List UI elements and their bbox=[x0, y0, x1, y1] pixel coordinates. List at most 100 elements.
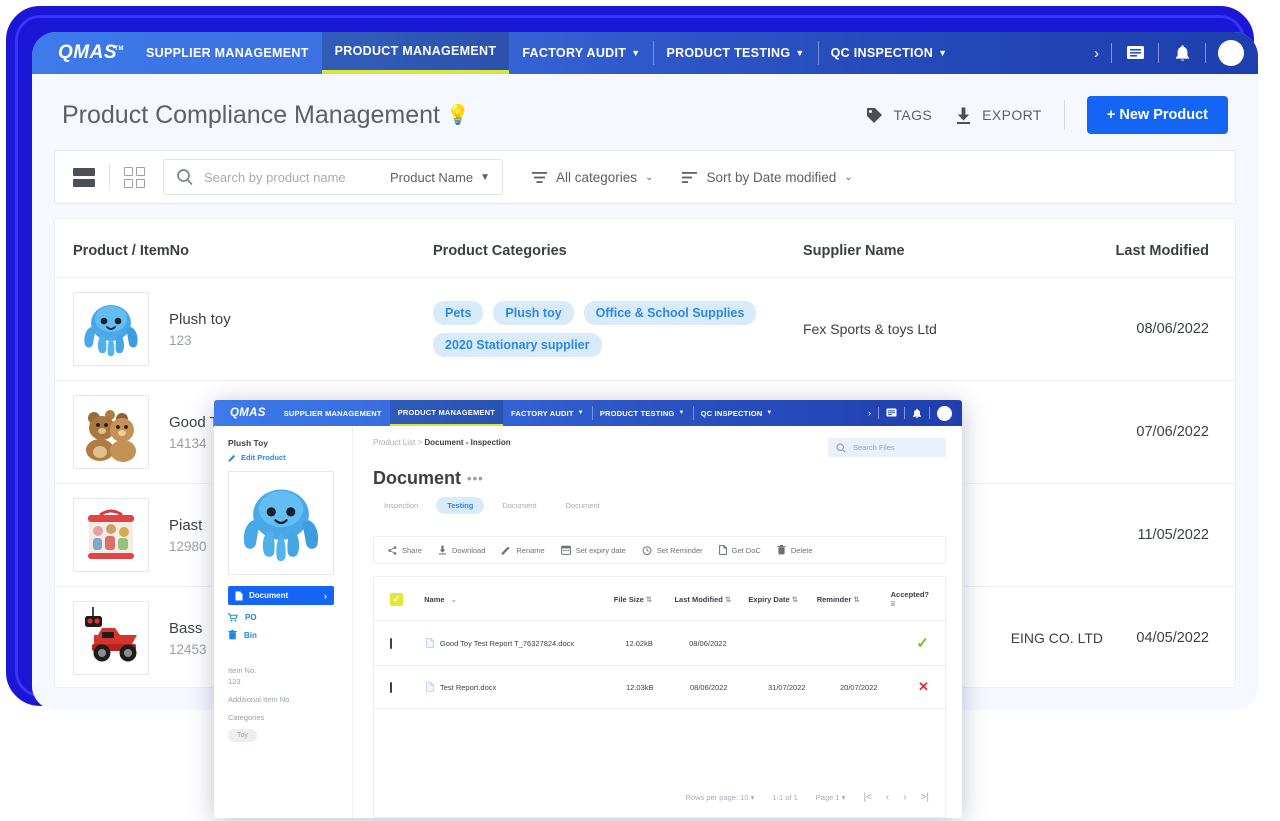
more-options-icon[interactable]: ••• bbox=[467, 471, 484, 486]
file-name-cell: Good Toy Test Report T_76327824.docx bbox=[425, 638, 625, 648]
bell-icon[interactable] bbox=[912, 408, 922, 419]
octopus-plush-image bbox=[243, 489, 319, 561]
product-thumbnail[interactable] bbox=[73, 498, 149, 572]
product-thumbnail[interactable] bbox=[73, 292, 149, 366]
next-page-button[interactable]: › bbox=[903, 792, 906, 803]
column-header-accepted[interactable]: Accepted? ⩸ bbox=[891, 590, 929, 609]
nav-factory-audit[interactable]: FACTORY AUDIT ▼ bbox=[509, 32, 653, 74]
chevron-right-icon[interactable]: › bbox=[868, 408, 871, 418]
categories-filter[interactable]: All categories ⌄ bbox=[531, 170, 653, 185]
nav-label: PRODUCT MANAGEMENT bbox=[334, 44, 497, 58]
overlay-qmas-logo[interactable]: QMAS bbox=[214, 407, 276, 419]
tab-testing[interactable]: Testing bbox=[436, 497, 485, 514]
product-thumbnail[interactable] bbox=[73, 395, 149, 469]
nav-label: SUPPLIER MANAGEMENT bbox=[146, 46, 309, 60]
message-icon[interactable] bbox=[1124, 42, 1146, 64]
download-button[interactable]: Download bbox=[438, 545, 485, 555]
sidebar-bin-link[interactable]: Bin bbox=[228, 630, 340, 640]
table-row[interactable]: Plush toy 123 Pets Plush toy Office & Sc… bbox=[55, 277, 1235, 380]
file-row[interactable]: Test Report.docx 12.03kB 08/06/2022 31/0… bbox=[374, 665, 945, 708]
search-input[interactable]: Search by product name Product Name ▼ bbox=[163, 159, 503, 195]
set-expiry-date-button[interactable]: Set expiry date bbox=[560, 545, 626, 555]
lightbulb-icon[interactable]: 💡 bbox=[446, 103, 470, 127]
accepted-check-icon: ✓ bbox=[916, 635, 929, 652]
overlay-page-title: Document ••• bbox=[373, 468, 946, 489]
message-icon[interactable] bbox=[886, 408, 897, 418]
qmas-logo[interactable]: QMAS TM bbox=[32, 42, 133, 64]
tags-button[interactable]: TAGS bbox=[865, 106, 932, 125]
column-header-modified[interactable]: Last Modified ⇅ bbox=[674, 595, 748, 604]
product-name: Bass bbox=[169, 619, 203, 637]
column-header-categories: Product Categories bbox=[433, 243, 567, 259]
table-header-row: Product / ItemNo Product Categories Supp… bbox=[55, 219, 1235, 277]
file-row[interactable]: Good Toy Test Report T_76327824.docx 12.… bbox=[374, 620, 945, 665]
avatar[interactable] bbox=[1218, 40, 1244, 66]
overlay-main-content: Product List > Document - Inspection Sea… bbox=[353, 426, 962, 818]
delete-button[interactable]: Delete bbox=[777, 545, 813, 555]
nav-product-testing[interactable]: PRODUCT TESTING ▼ bbox=[653, 32, 817, 74]
sidebar-po-link[interactable]: PO bbox=[228, 613, 340, 622]
list-view-icon[interactable] bbox=[73, 167, 95, 187]
get-doc-button[interactable]: Get DoC bbox=[718, 545, 761, 555]
pencil-icon bbox=[228, 454, 236, 462]
column-header-expiry[interactable]: Expiry Date ⇅ bbox=[748, 595, 816, 604]
modified-cell: 04/05/2022 bbox=[1136, 630, 1209, 646]
chevron-right-icon[interactable]: › bbox=[1094, 45, 1099, 62]
nav-label: PRODUCT MANAGEMENT bbox=[397, 407, 496, 417]
last-page-button[interactable]: >| bbox=[921, 792, 929, 803]
file-modified-cell: 08/06/2022 bbox=[689, 638, 727, 648]
file-size-cell: 12.02kB bbox=[625, 638, 653, 648]
first-page-button[interactable]: |< bbox=[863, 792, 871, 803]
grid-view-icon[interactable] bbox=[124, 166, 145, 188]
select-all-checkbox[interactable]: ✓ bbox=[390, 593, 424, 606]
checkbox-icon bbox=[390, 681, 392, 693]
overlay-nav-qc-inspection[interactable]: QC INSPECTION ▼ bbox=[692, 400, 781, 426]
new-product-button[interactable]: + New Product bbox=[1086, 96, 1228, 134]
nav-supplier-management[interactable]: SUPPLIER MANAGEMENT bbox=[133, 32, 322, 74]
view-toggle-group bbox=[73, 164, 145, 190]
category-chip[interactable]: 2020 Stationary supplier bbox=[433, 333, 602, 357]
prev-page-button[interactable]: ‹ bbox=[886, 792, 889, 803]
file-expiry-cell: 31/07/2022 bbox=[768, 682, 806, 692]
column-header-reminder[interactable]: Reminder ⇅ bbox=[817, 595, 891, 604]
column-header-size[interactable]: File Size ⇅ bbox=[614, 595, 675, 604]
search-field-select[interactable]: Product Name ▼ bbox=[390, 170, 490, 185]
breadcrumb-current: Document - Inspection bbox=[424, 438, 511, 447]
item-no-label: Item No. bbox=[228, 666, 257, 675]
tags-label: TAGS bbox=[893, 107, 933, 123]
overlay-nav-product-testing[interactable]: PRODUCT TESTING ▼ bbox=[591, 400, 693, 426]
tab-document-1[interactable]: Document bbox=[491, 497, 547, 514]
overlay-product-meta: Item No. 123 Additional Item No. Categor… bbox=[228, 666, 340, 742]
page-select[interactable]: Page 1 ▾ bbox=[816, 793, 846, 802]
category-chip[interactable]: Plush toy bbox=[493, 301, 574, 325]
sidebar-document-button[interactable]: Document › bbox=[228, 586, 334, 605]
bell-icon[interactable] bbox=[1171, 42, 1193, 64]
overlay-nav-factory-audit[interactable]: FACTORY AUDIT ▼ bbox=[503, 400, 592, 426]
share-icon bbox=[388, 545, 397, 555]
avatar[interactable] bbox=[937, 405, 952, 421]
nav-qc-inspection[interactable]: QC INSPECTION ▼ bbox=[817, 32, 961, 74]
overlay-nav-product-management[interactable]: PRODUCT MANAGEMENT bbox=[389, 400, 504, 426]
export-button[interactable]: EXPORT bbox=[954, 106, 1042, 125]
category-tag[interactable]: Toy bbox=[228, 729, 257, 742]
rename-button[interactable]: Rename bbox=[501, 545, 545, 555]
tab-document-2[interactable]: Document bbox=[555, 497, 611, 514]
trash-icon bbox=[228, 630, 237, 640]
row-checkbox[interactable] bbox=[390, 681, 426, 693]
sort-filter[interactable]: Sort by Date modified ⌄ bbox=[681, 170, 853, 185]
row-checkbox[interactable] bbox=[390, 637, 426, 649]
column-header-name[interactable]: Name ⌄ bbox=[424, 595, 614, 604]
tab-inspection[interactable]: Inspection bbox=[373, 497, 429, 514]
page-header: Product Compliance Management 💡 TAGS EXP… bbox=[32, 74, 1258, 150]
category-chip[interactable]: Pets bbox=[433, 301, 484, 325]
overlay-search-files-input[interactable]: Search Files bbox=[828, 438, 946, 457]
set-reminder-button[interactable]: Set Reminder bbox=[642, 545, 703, 555]
breadcrumb-root[interactable]: Product List bbox=[373, 438, 415, 447]
share-button[interactable]: Share bbox=[388, 546, 422, 555]
product-thumbnail[interactable] bbox=[73, 601, 149, 675]
category-chip[interactable]: Office & School Supplies bbox=[583, 301, 757, 325]
overlay-nav-supplier-management[interactable]: SUPPLIER MANAGEMENT bbox=[276, 400, 390, 426]
edit-product-link[interactable]: Edit Product bbox=[228, 453, 340, 462]
rows-per-page-select[interactable]: Rows per page: 10 ▾ bbox=[686, 793, 755, 802]
nav-product-management[interactable]: PRODUCT MANAGEMENT bbox=[321, 32, 510, 74]
